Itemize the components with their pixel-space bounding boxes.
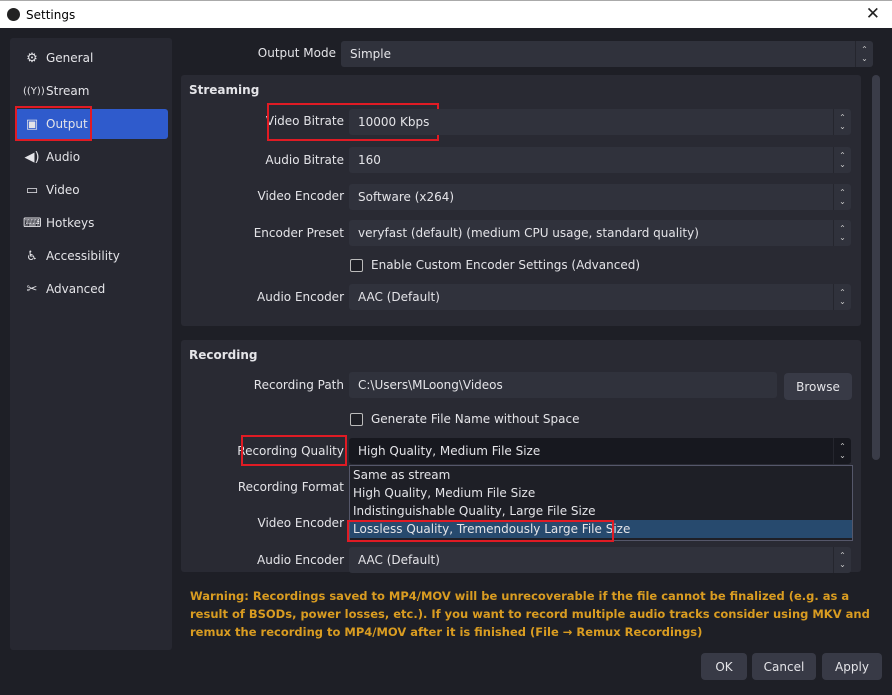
updown-icon: ⌃ ⌄ bbox=[833, 184, 851, 210]
recording-video-encoder-label: Video Encoder bbox=[257, 516, 345, 530]
recording-path-label: Recording Path bbox=[253, 378, 344, 392]
video-bitrate-spinbox[interactable]: 10000 Kbps ⌃ ⌄ bbox=[349, 109, 851, 135]
mp4-warning: Warning: Recordings saved to MP4/MOV wil… bbox=[190, 589, 870, 639]
ok-button[interactable]: OK bbox=[701, 653, 747, 680]
streaming-title: Streaming bbox=[189, 83, 260, 97]
output-mode-label: Output Mode bbox=[257, 46, 336, 60]
recording-format-label: Recording Format bbox=[237, 480, 344, 494]
updown-icon: ⌃ ⌄ bbox=[833, 220, 851, 246]
window-title: Settings bbox=[26, 8, 76, 22]
custom-encoder-checkbox[interactable]: Enable Custom Encoder Settings (Advanced… bbox=[350, 258, 640, 272]
keyboard-icon: ⌨ bbox=[23, 215, 42, 231]
speaker-icon: ◀) bbox=[24, 149, 40, 165]
sidebar-item-stream[interactable]: ((Y)) Stream bbox=[15, 76, 168, 106]
highlight-recording-quality bbox=[241, 435, 347, 466]
cancel-button[interactable]: Cancel bbox=[752, 653, 816, 680]
gear-icon: ⚙ bbox=[26, 50, 38, 66]
audio-encoder-select[interactable]: AAC (Default) ⌃ ⌄ bbox=[349, 284, 851, 310]
updown-icon: ⌃ ⌄ bbox=[833, 547, 851, 573]
output-mode-select[interactable]: Simple ⌃ ⌄ bbox=[341, 41, 873, 67]
monitor-icon: ▭ bbox=[25, 182, 39, 198]
audio-bitrate-select[interactable]: 160 ⌃ ⌄ bbox=[349, 147, 851, 173]
close-icon[interactable]: ✕ bbox=[866, 4, 880, 24]
audio-bitrate-label: Audio Bitrate bbox=[265, 153, 344, 167]
sidebar-item-accessibility[interactable]: ♿ Accessibility bbox=[15, 241, 168, 271]
recording-audio-encoder-select[interactable]: AAC (Default) ⌃ ⌄ bbox=[349, 547, 851, 573]
apply-button[interactable]: Apply bbox=[822, 653, 882, 680]
accessibility-icon: ♿ bbox=[26, 248, 38, 264]
highlight-output bbox=[15, 106, 92, 141]
updown-icon: ⌃ ⌄ bbox=[833, 284, 851, 310]
dropdown-option[interactable]: High Quality, Medium File Size bbox=[350, 484, 852, 502]
updown-icon: ⌃ ⌄ bbox=[833, 438, 851, 464]
obs-logo-icon bbox=[7, 8, 20, 21]
video-encoder-label: Video Encoder bbox=[257, 189, 345, 203]
recording-audio-encoder-label: Audio Encoder bbox=[257, 553, 344, 567]
dropdown-option[interactable]: Indistinguishable Quality, Large File Si… bbox=[350, 502, 852, 520]
browse-button[interactable]: Browse bbox=[784, 373, 852, 400]
updown-icon: ⌃ ⌄ bbox=[833, 147, 851, 173]
encoder-preset-label: Encoder Preset bbox=[253, 226, 344, 240]
title-bar: Settings ✕ bbox=[0, 0, 892, 28]
no-space-checkbox[interactable]: Generate File Name without Space bbox=[350, 412, 579, 426]
checkbox-icon[interactable] bbox=[350, 258, 363, 272]
recording-title: Recording bbox=[189, 348, 258, 362]
audio-encoder-label: Audio Encoder bbox=[257, 290, 344, 304]
tools-icon: ✂ bbox=[26, 281, 38, 297]
antenna-icon: ((Y)) bbox=[23, 85, 45, 97]
highlight-lossless-option bbox=[347, 520, 614, 542]
scrollbar[interactable] bbox=[872, 75, 880, 460]
updown-icon: ⌃ ⌄ bbox=[855, 41, 873, 67]
dropdown-option[interactable]: Same as stream bbox=[350, 466, 852, 484]
checkbox-icon[interactable] bbox=[350, 412, 363, 426]
updown-icon[interactable]: ⌃ ⌄ bbox=[833, 109, 851, 135]
recording-quality-select[interactable]: High Quality, Medium File Size ⌃ ⌄ bbox=[349, 438, 851, 464]
encoder-preset-select[interactable]: veryfast (default) (medium CPU usage, st… bbox=[349, 220, 851, 246]
video-encoder-select[interactable]: Software (x264) ⌃ ⌄ bbox=[349, 184, 851, 210]
recording-path-input[interactable]: C:\Users\MLoong\Videos bbox=[349, 372, 777, 398]
